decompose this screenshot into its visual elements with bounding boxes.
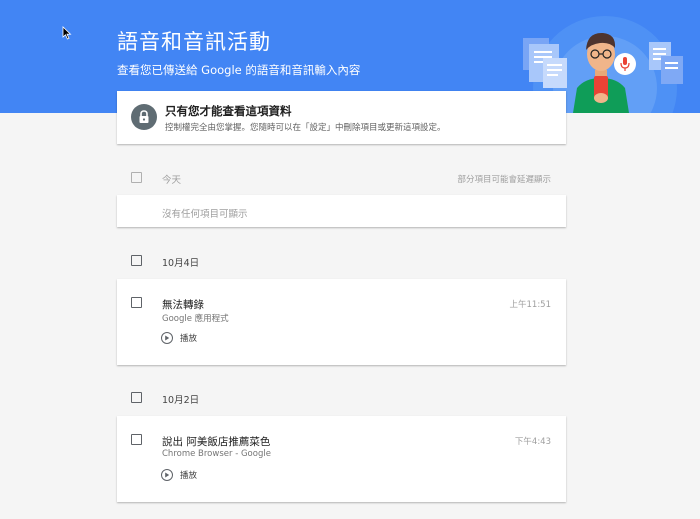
cursor-icon <box>62 26 72 40</box>
item-source: Chrome Browser - Google <box>162 449 271 459</box>
select-date-checkbox[interactable] <box>131 392 142 403</box>
privacy-description: 控制權完全由您掌握。您隨時可以在「設定」中刪除項目或更新這項設定。 <box>165 123 446 133</box>
item-title[interactable]: 說出 阿美飯店推薦菜色 <box>162 434 270 449</box>
select-date-checkbox[interactable] <box>131 255 142 266</box>
page-title: 語音和音訊活動 <box>117 30 271 54</box>
play-icon <box>161 469 173 481</box>
activity-item[interactable]: 無法轉錄 Google 應用程式 上午11:51 播放 <box>117 279 566 365</box>
play-button[interactable]: 播放 <box>161 331 197 345</box>
empty-today-card: 沒有任何項目可顯示 <box>117 195 566 227</box>
play-button[interactable]: 播放 <box>161 468 197 482</box>
page-subtitle: 查看您已傳送給 Google 的語音和音訊輸入內容 <box>117 63 361 77</box>
section-date: 10月4日 <box>117 246 566 274</box>
item-time: 上午11:51 <box>509 300 552 310</box>
section-today-label: 今天 <box>162 175 182 186</box>
section-date-label: 10月2日 <box>162 395 200 406</box>
section-date: 10月2日 <box>117 383 566 411</box>
item-checkbox[interactable] <box>131 434 142 445</box>
item-time: 下午4:43 <box>514 437 551 447</box>
play-label: 播放 <box>180 471 198 481</box>
privacy-title: 只有您才能查看這項資料 <box>165 104 292 118</box>
activity-item[interactable]: 說出 阿美飯店推薦菜色 Chrome Browser - Google 下午4:… <box>117 416 566 502</box>
play-label: 播放 <box>180 334 198 344</box>
play-icon <box>161 332 173 344</box>
delay-note: 部分項目可能會延遲顯示 <box>457 175 551 185</box>
item-title[interactable]: 無法轉錄 <box>162 297 204 312</box>
item-checkbox[interactable] <box>131 297 142 308</box>
select-today-checkbox[interactable] <box>131 172 142 183</box>
empty-message: 沒有任何項目可顯示 <box>162 209 248 220</box>
lock-icon <box>131 104 157 130</box>
item-source: Google 應用程式 <box>162 314 229 324</box>
privacy-card: 只有您才能查看這項資料 控制權完全由您掌握。您隨時可以在「設定」中刪除項目或更新… <box>117 91 566 144</box>
section-date-label: 10月4日 <box>162 258 200 269</box>
section-today: 今天 部分項目可能會延遲顯示 <box>117 163 566 191</box>
